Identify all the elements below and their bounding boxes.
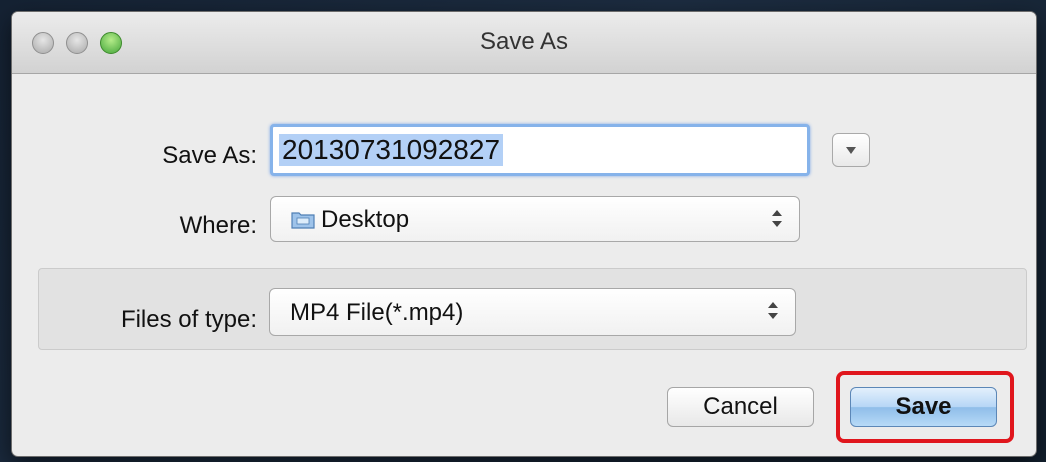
updown-arrows-icon <box>771 209 783 229</box>
save-as-dialog: Save As Save As: 20130731092827 Where: D… <box>12 12 1036 456</box>
window-title: Save As <box>479 28 569 55</box>
filename-field[interactable]: 20130731092827 <box>270 124 810 176</box>
where-popup[interactable]: Desktop <box>270 196 800 242</box>
cancel-button[interactable]: Cancel <box>667 387 814 427</box>
save-as-label: Save As: <box>162 142 257 169</box>
files-of-type-label: Files of type: <box>120 306 257 333</box>
file-type-value: MP4 File(*.mp4) <box>290 299 464 326</box>
where-value: Desktop <box>321 206 410 233</box>
file-type-popup[interactable]: MP4 File(*.mp4) <box>269 288 796 336</box>
folder-icon <box>291 212 315 229</box>
save-highlight-box <box>836 371 1014 443</box>
updown-arrows-icon <box>767 301 779 321</box>
where-label: Where: <box>179 212 257 239</box>
title-bar[interactable]: Save As <box>12 12 1036 74</box>
chevron-down-icon <box>846 147 856 154</box>
expand-button[interactable] <box>832 133 870 167</box>
filename-value[interactable]: 20130731092827 <box>279 134 504 166</box>
